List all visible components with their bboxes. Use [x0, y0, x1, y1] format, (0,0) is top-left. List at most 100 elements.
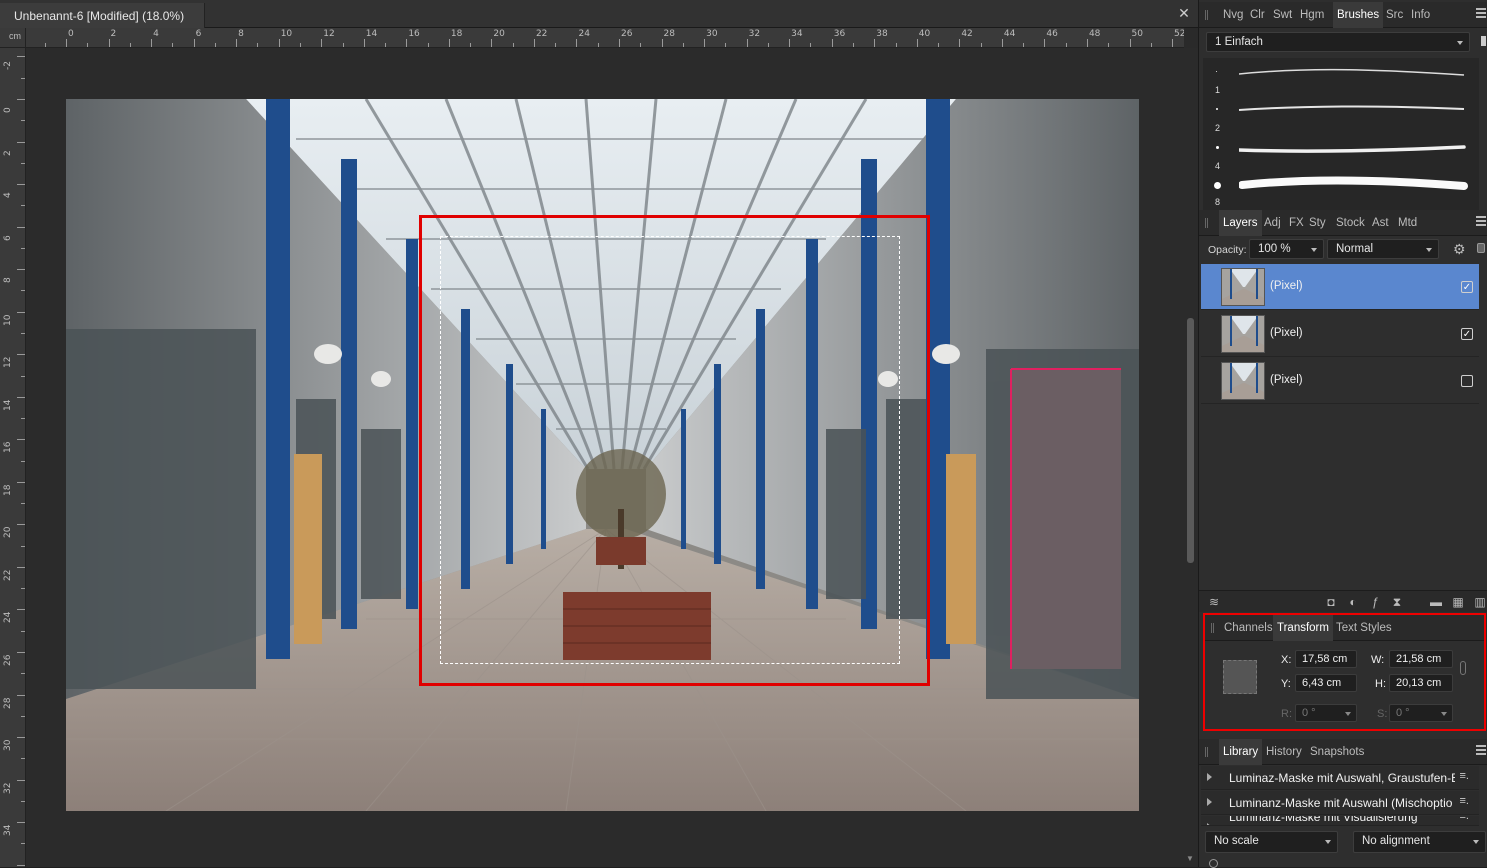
- tab-nvg[interactable]: Nvg: [1219, 2, 1247, 28]
- ruler-tick: [980, 43, 982, 47]
- layer-row[interactable]: (Pixel): [1201, 358, 1479, 404]
- tab-clr[interactable]: Clr: [1246, 2, 1269, 28]
- tab-layers[interactable]: Layers: [1219, 210, 1262, 236]
- library-item[interactable]: Luminaz-Maske mit Auswahl, Graustufen-E …: [1201, 766, 1479, 790]
- x-field[interactable]: 17,58 cm: [1295, 650, 1357, 668]
- ruler-tick: [21, 162, 25, 164]
- tab-library[interactable]: Library: [1219, 739, 1263, 765]
- layers-stack-icon[interactable]: ≋: [1207, 595, 1221, 609]
- scrollbar-thumb[interactable]: [1187, 318, 1194, 563]
- ruler-label: 0: [3, 107, 13, 113]
- document-tab-bar: Unbenannt-6 [Modified] (18.0%) ✕: [0, 0, 1198, 28]
- ruler-label: 28: [3, 697, 13, 709]
- rotation-field[interactable]: 0 °: [1295, 704, 1357, 722]
- brush-size-dot: [1216, 71, 1217, 72]
- tab-sty[interactable]: Sty: [1305, 210, 1330, 236]
- tab-snapshots[interactable]: Snapshots: [1306, 739, 1368, 765]
- item-menu-icon[interactable]: ≡.: [1460, 816, 1469, 822]
- ruler-tick: [427, 43, 429, 47]
- add-pixel-layer-icon[interactable]: ▦: [1451, 595, 1465, 609]
- tab-src[interactable]: Src: [1382, 2, 1407, 28]
- w-field[interactable]: 21,58 cm: [1389, 650, 1453, 668]
- brush-list-scrollbar[interactable]: [1481, 36, 1486, 46]
- y-field[interactable]: 6,43 cm: [1295, 674, 1357, 692]
- alignment-dropdown[interactable]: No alignment: [1353, 831, 1486, 853]
- item-menu-icon[interactable]: ≡.: [1460, 770, 1469, 782]
- ruler-label: 10: [280, 29, 293, 39]
- top-studio-tabs: Nvg Clr Swt Hgm Brushes Src Info: [1199, 2, 1487, 28]
- brush-item[interactable]: 8: [1203, 170, 1479, 208]
- studio-panel: Nvg Clr Swt Hgm Brushes Src Info 1 Einfa…: [1198, 0, 1487, 868]
- brush-stroke-preview: [1239, 68, 1465, 76]
- layer-name[interactable]: (Pixel): [1270, 327, 1303, 339]
- ruler-tick: [17, 56, 25, 58]
- brush-item[interactable]: 1: [1203, 62, 1479, 100]
- tab-brushes[interactable]: Brushes: [1333, 2, 1384, 28]
- panel-menu-icon[interactable]: [1476, 8, 1486, 20]
- library-item[interactable]: Luminanz-Maske mit Auswahl (Mischoptio ≡…: [1201, 791, 1479, 815]
- panel-menu-icon[interactable]: [1476, 745, 1486, 757]
- ruler-tick: [278, 39, 280, 47]
- layer-name[interactable]: (Pixel): [1270, 280, 1303, 292]
- layer-row[interactable]: (Pixel) ✓: [1201, 311, 1479, 357]
- brush-category-dropdown[interactable]: 1 Einfach: [1206, 32, 1470, 52]
- tab-ast[interactable]: Ast: [1368, 210, 1393, 236]
- layer-visibility-checkbox[interactable]: ✓: [1461, 281, 1473, 293]
- expand-arrow-icon[interactable]: [1207, 773, 1212, 781]
- tab-channels[interactable]: Channels: [1220, 615, 1277, 641]
- scale-dropdown[interactable]: No scale: [1205, 831, 1338, 853]
- tab-adj[interactable]: Adj: [1260, 210, 1285, 236]
- h-field[interactable]: 20,13 cm: [1389, 674, 1453, 692]
- gear-icon[interactable]: ⚙: [1453, 241, 1466, 258]
- layer-name[interactable]: (Pixel): [1270, 374, 1303, 386]
- fx-icon[interactable]: ƒ: [1368, 595, 1382, 609]
- canvas[interactable]: [26, 48, 1184, 867]
- blend-mode-dropdown[interactable]: Normal: [1327, 239, 1439, 259]
- close-document-icon[interactable]: ✕: [1176, 5, 1192, 21]
- anchor-point-icon[interactable]: [1223, 660, 1257, 694]
- tab-swt[interactable]: Swt: [1269, 2, 1296, 28]
- ruler-label: 48: [1088, 29, 1101, 39]
- chevron-down-icon: [1325, 840, 1331, 844]
- library-item[interactable]: Luminanz-Maske mit Visualisierung ≡.: [1201, 816, 1479, 826]
- panel-grip-icon[interactable]: [1211, 623, 1214, 633]
- link-aspect-icon[interactable]: [1460, 661, 1466, 675]
- layer-row[interactable]: (Pixel) ✓: [1201, 264, 1479, 310]
- scroll-down-icon[interactable]: ▼: [1186, 854, 1194, 863]
- expand-arrow-icon[interactable]: [1207, 798, 1212, 806]
- shear-field[interactable]: 0 °: [1389, 704, 1453, 722]
- tab-hgm[interactable]: Hgm: [1296, 2, 1328, 28]
- panel-grip-icon[interactable]: [1205, 747, 1208, 757]
- opacity-field[interactable]: 100 %: [1249, 239, 1324, 259]
- layer-visibility-checkbox[interactable]: ✓: [1461, 328, 1473, 340]
- vertical-scrollbar[interactable]: ▼: [1184, 48, 1198, 867]
- ruler-tick: [1172, 39, 1174, 47]
- tab-mtd[interactable]: Mtd: [1394, 210, 1421, 236]
- ruler-label: 32: [3, 782, 13, 794]
- filter-icon[interactable]: ⧗: [1390, 595, 1404, 609]
- tab-info[interactable]: Info: [1407, 2, 1434, 28]
- expand-arrow-icon[interactable]: [1207, 823, 1212, 825]
- mask-icon[interactable]: ◘: [1324, 595, 1338, 609]
- tab-text-styles[interactable]: Text Styles: [1332, 615, 1396, 641]
- tab-history[interactable]: History: [1262, 739, 1306, 765]
- item-menu-icon[interactable]: ≡.: [1460, 795, 1469, 807]
- ruler-tick: [17, 864, 25, 866]
- chevron-down-icon: [1311, 248, 1317, 252]
- layer-visibility-checkbox[interactable]: [1461, 375, 1473, 387]
- panel-menu-icon[interactable]: [1476, 216, 1486, 228]
- group-folder-icon[interactable]: ▬: [1429, 595, 1443, 609]
- photo-artboard[interactable]: [66, 99, 1139, 811]
- brush-item[interactable]: 2: [1203, 100, 1479, 138]
- ruler-tick: [17, 652, 25, 654]
- tab-transform[interactable]: Transform: [1273, 615, 1333, 641]
- ruler-label: 24: [3, 612, 13, 624]
- document-tab[interactable]: Unbenannt-6 [Modified] (18.0%): [0, 3, 205, 28]
- adjustment-icon[interactable]: ◐: [1346, 595, 1360, 609]
- trash-icon[interactable]: ▥: [1473, 595, 1487, 609]
- lock-icon[interactable]: [1477, 243, 1485, 253]
- panel-grip-icon[interactable]: [1205, 218, 1208, 228]
- panel-grip-icon[interactable]: [1205, 10, 1208, 20]
- ruler-label: 26: [621, 29, 633, 39]
- tab-stock[interactable]: Stock: [1332, 210, 1369, 236]
